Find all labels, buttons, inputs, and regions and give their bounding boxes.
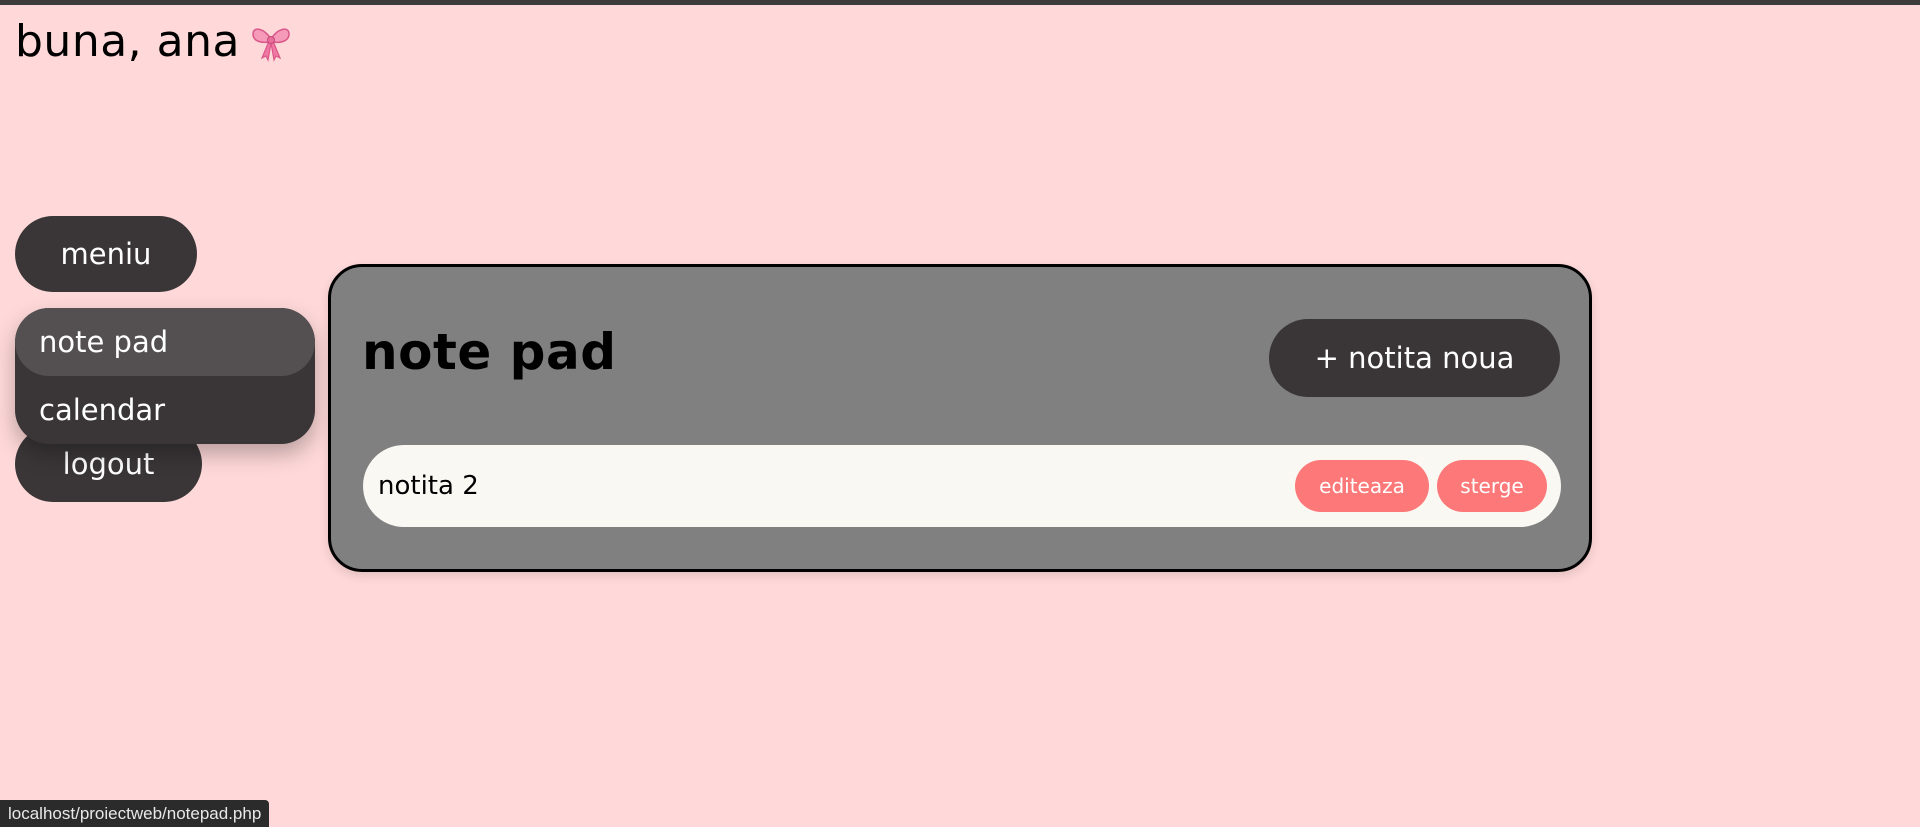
list-item: notita 2 editeaza sterge bbox=[363, 445, 1561, 527]
edit-note-button[interactable]: editeaza bbox=[1295, 460, 1429, 512]
greeting-text: buna, ana bbox=[15, 16, 240, 67]
menu-item-notepad[interactable]: note pad bbox=[15, 308, 315, 376]
menu-item-calendar[interactable]: calendar bbox=[15, 376, 315, 444]
page-title: note pad bbox=[362, 323, 617, 381]
link-status-bar: localhost/proiectweb/notepad.php bbox=[0, 800, 270, 827]
note-title[interactable]: notita 2 bbox=[378, 471, 1287, 501]
greeting-header: buna, ana bbox=[15, 16, 292, 67]
menu-button[interactable]: meniu bbox=[15, 216, 197, 292]
menu-dropdown: note pad calendar bbox=[15, 308, 315, 444]
new-note-button[interactable]: + notita noua bbox=[1269, 319, 1560, 397]
top-bar bbox=[0, 0, 1920, 5]
bow-icon bbox=[250, 22, 292, 62]
notepad-panel: note pad + notita noua notita 2 editeaza… bbox=[328, 264, 1592, 572]
delete-note-button[interactable]: sterge bbox=[1437, 460, 1547, 512]
